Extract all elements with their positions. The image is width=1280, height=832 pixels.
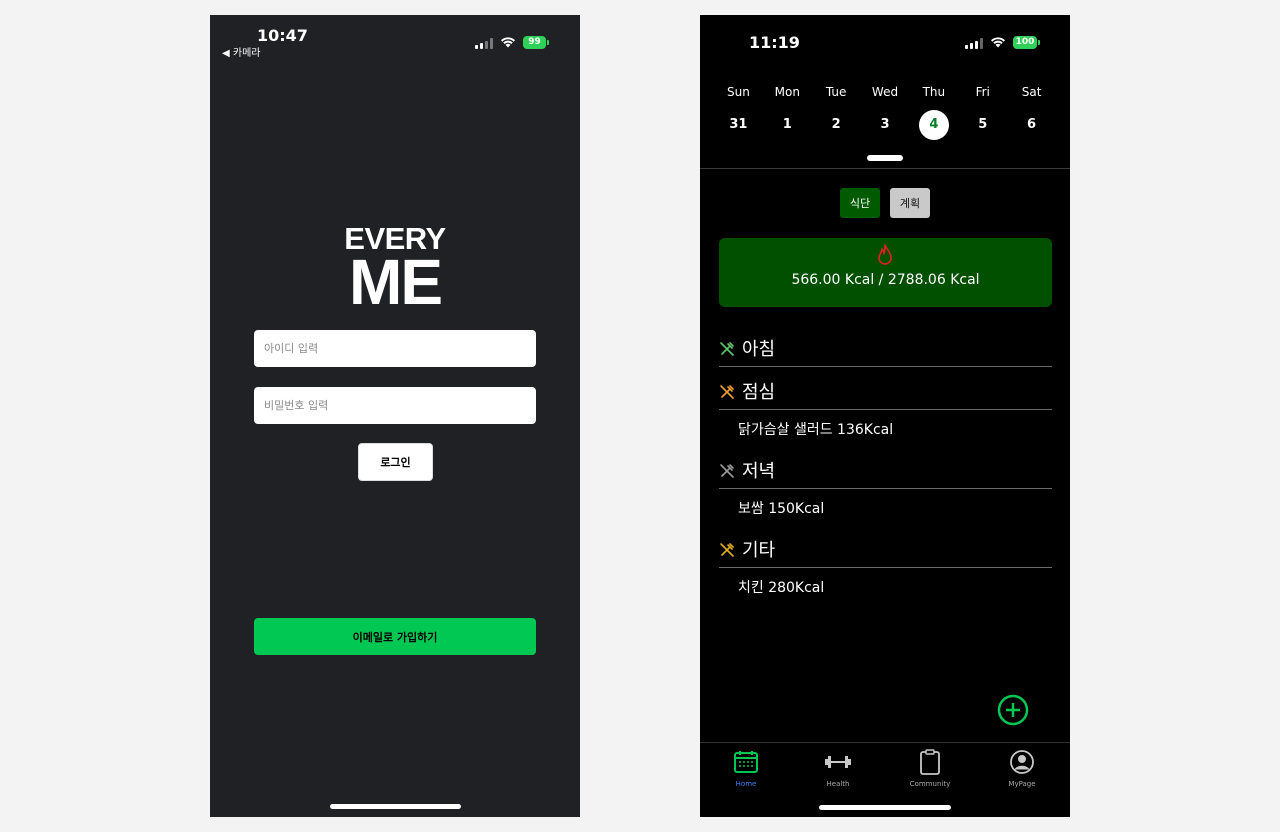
meal-section-header[interactable]: 점심 — [719, 374, 1052, 410]
battery-indicator: 99 — [523, 36, 549, 49]
tab-plan[interactable]: 계획 — [890, 188, 930, 218]
clipboard-icon — [920, 749, 940, 775]
signal-icon — [475, 38, 493, 49]
day-date: 2 — [831, 117, 841, 132]
meal-item[interactable]: 보쌈 150Kcal — [738, 498, 824, 518]
tab-diet[interactable]: 식단 — [840, 188, 880, 218]
dumbbell-icon — [825, 756, 851, 768]
day-thu[interactable]: Thu 4 — [909, 85, 958, 140]
calendar-expand-handle[interactable] — [867, 155, 903, 161]
status-time: 11:19 — [749, 33, 800, 52]
day-tue[interactable]: Tue 2 — [812, 85, 861, 140]
meal-title: 아침 — [742, 339, 776, 360]
day-date: 3 — [880, 117, 890, 132]
day-name: Sat — [1021, 85, 1042, 99]
calendar-icon — [734, 751, 758, 773]
tab-label: Home — [735, 780, 757, 788]
status-time: 10:47 — [257, 26, 308, 45]
meal-title: 점심 — [742, 382, 776, 403]
utensils-icon — [720, 543, 734, 557]
tab-community[interactable]: Community — [884, 749, 976, 788]
day-date: 1 — [782, 117, 792, 132]
day-date: 4 — [918, 110, 949, 140]
meal-title: 기타 — [742, 540, 776, 561]
login-button[interactable]: 로그인 — [358, 443, 433, 481]
password-input[interactable] — [254, 387, 536, 424]
calorie-summary-card: 566.00 Kcal / 2788.06 Kcal — [719, 238, 1052, 307]
calorie-total-text: 566.00 Kcal / 2788.06 Kcal — [791, 272, 980, 288]
add-meal-button[interactable] — [997, 694, 1029, 726]
utensils-icon — [720, 464, 734, 478]
day-date: 5 — [978, 117, 988, 132]
day-date: 6 — [1027, 117, 1037, 132]
login-screen: 10:47 ◀ 카메라 99 EVERY ME 로그인 이메일로 가입하기 — [210, 15, 580, 817]
utensils-icon — [720, 385, 734, 399]
tab-label: Health — [826, 780, 850, 788]
battery-indicator: 100 — [1013, 36, 1040, 49]
day-name: Thu — [922, 85, 946, 99]
tab-label: Community — [909, 780, 951, 788]
day-sat[interactable]: Sat 6 — [1007, 85, 1056, 140]
day-name: Wed — [871, 85, 899, 99]
day-wed[interactable]: Wed 3 — [861, 85, 910, 140]
signal-icon — [965, 38, 983, 49]
user-circle-icon — [1010, 750, 1034, 774]
day-name: Sun — [727, 85, 750, 99]
day-fri[interactable]: Fri 5 — [958, 85, 1007, 140]
flame-icon — [878, 244, 892, 265]
day-name: Fri — [975, 85, 990, 99]
tab-home[interactable]: Home — [700, 749, 792, 788]
meal-item[interactable]: 치킨 280Kcal — [738, 577, 824, 597]
meal-section-header[interactable]: 저녁 — [719, 453, 1052, 489]
home-screen: 11:19 100 Sun 31 Mon 1 Tue 2 Wed 3 Thu 4 Fri 5 Sat 6 … — [700, 15, 1070, 817]
meal-title: 저녁 — [742, 461, 776, 482]
wifi-icon — [501, 37, 515, 48]
back-to-camera-link[interactable]: ◀ 카메라 — [222, 44, 260, 59]
meal-section-header[interactable]: 기타 — [719, 532, 1052, 568]
divider — [700, 168, 1070, 169]
tab-mypage[interactable]: MyPage — [976, 749, 1068, 788]
tab-health[interactable]: Health — [792, 749, 884, 788]
day-date: 31 — [729, 117, 748, 132]
email-signup-button[interactable]: 이메일로 가입하기 — [254, 618, 536, 655]
day-name: Mon — [774, 85, 800, 99]
home-indicator — [819, 805, 951, 810]
meal-section-header[interactable]: 아침 — [719, 331, 1052, 367]
day-mon[interactable]: Mon 1 — [763, 85, 812, 140]
id-input[interactable] — [254, 330, 536, 367]
week-calendar: Sun 31 Mon 1 Tue 2 Wed 3 Thu 4 Fri 5 Sat 6 — [714, 85, 1056, 140]
utensils-icon — [720, 342, 734, 356]
logo-me: ME — [349, 246, 443, 318]
meal-item[interactable]: 닭가슴살 샐러드 136Kcal — [738, 419, 893, 439]
home-indicator — [330, 804, 461, 809]
wifi-icon — [991, 37, 1005, 48]
day-sun[interactable]: Sun 31 — [714, 85, 763, 140]
tab-label: MyPage — [1008, 780, 1036, 788]
day-name: Tue — [825, 85, 847, 99]
